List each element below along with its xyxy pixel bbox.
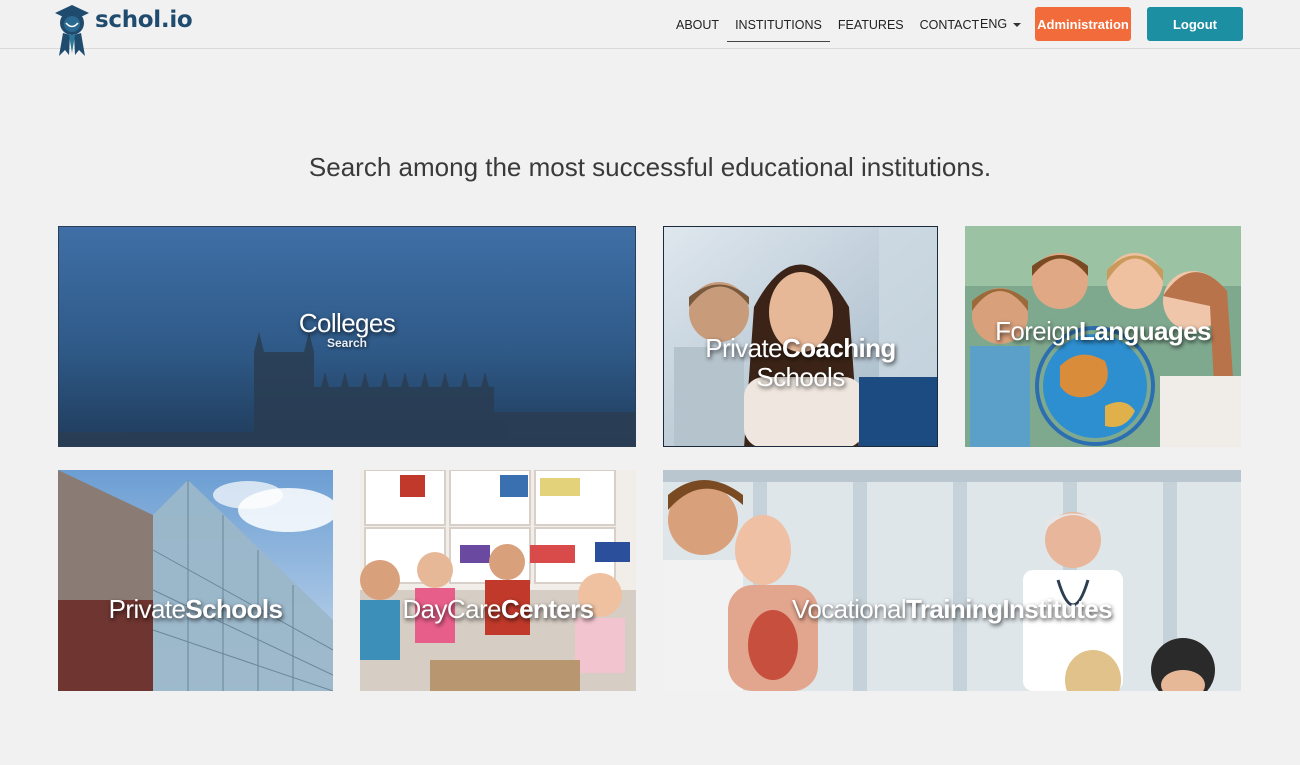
scholio-logo-icon xyxy=(55,5,89,56)
coaching-label-part: Coaching xyxy=(782,332,896,363)
nav-about[interactable]: ABOUT xyxy=(668,8,727,42)
daycare-image xyxy=(360,470,636,691)
nav-features[interactable]: FEATURES xyxy=(830,8,912,42)
logout-button[interactable]: Logout xyxy=(1147,7,1243,41)
tile-private-schools[interactable]: PrivateSchools xyxy=(58,470,333,691)
language-label: ENG xyxy=(980,17,1008,31)
language-dropdown[interactable]: ENG xyxy=(980,0,1022,49)
nav-contact[interactable]: CONTACT xyxy=(912,8,988,42)
private-schools-image xyxy=(58,470,333,691)
vocational-label: VocationalTrainingInstitutes xyxy=(792,595,1112,624)
coaching-label-part: Private xyxy=(705,332,783,363)
nav-institutions[interactable]: INSTITUTIONS xyxy=(727,8,830,42)
administration-button[interactable]: Administration xyxy=(1035,7,1131,41)
languages-label-part: Foreign xyxy=(995,316,1080,346)
vocational-label-part: Institutes xyxy=(1002,594,1112,624)
coaching-label-part: Schools xyxy=(756,361,845,392)
vocational-label-part: Vocational xyxy=(792,594,907,624)
top-navbar: schol.io ABOUT INSTITUTIONS FEATURES CON… xyxy=(0,0,1300,56)
tile-day-care-centers[interactable]: DayCareCenters xyxy=(360,470,636,691)
main-nav: ABOUT INSTITUTIONS FEATURES CONTACT xyxy=(668,0,987,49)
tile-private-coaching-schools[interactable]: PrivateCoaching Schools xyxy=(663,226,938,447)
brand-name: schol.io xyxy=(95,7,193,33)
vocational-image xyxy=(663,470,1241,691)
daycare-label-part: Care xyxy=(446,594,502,624)
daycare-label-part: Day xyxy=(402,594,447,624)
tile-foreign-languages[interactable]: ForeignLanguages xyxy=(965,226,1241,447)
languages-label-part: Languages xyxy=(1079,316,1211,346)
private-schools-label: PrivateSchools xyxy=(109,595,283,624)
languages-label: ForeignLanguages xyxy=(995,317,1211,346)
tile-colleges[interactable]: Colleges Search xyxy=(58,226,636,447)
daycare-label: DayCareCenters xyxy=(402,594,594,624)
chevron-down-icon xyxy=(1013,22,1022,27)
colleges-search-link[interactable]: Search xyxy=(327,336,367,350)
private-label-part: Private xyxy=(108,594,186,624)
vocational-label-part: Training xyxy=(906,594,1003,624)
private-label-part: Schools xyxy=(185,594,283,624)
colleges-label: Colleges xyxy=(298,308,396,338)
daycare-label-part: Centers xyxy=(500,594,594,624)
page-headline: Search among the most successful educati… xyxy=(308,152,992,182)
coaching-label: PrivateCoaching Schools xyxy=(705,332,896,392)
tile-vocational-training-institutes[interactable]: VocationalTrainingInstitutes xyxy=(663,470,1241,691)
brand-logo[interactable]: schol.io xyxy=(53,3,193,59)
